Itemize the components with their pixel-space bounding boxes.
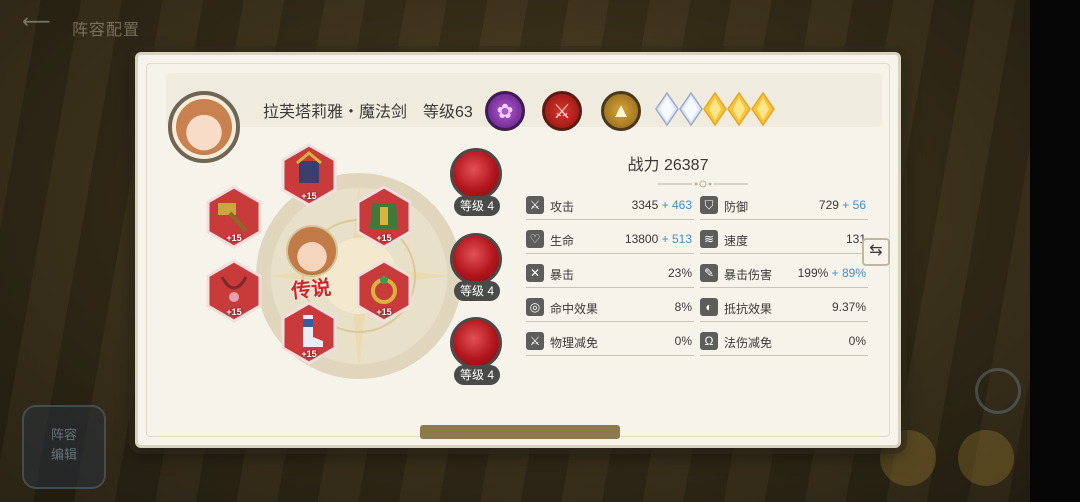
gold-star-icon [703,91,727,127]
skill-3-icon [450,317,502,369]
refresh-icon [975,368,1021,414]
hero-stars [654,91,775,131]
equip-slot-crown[interactable]: +15 [281,143,337,207]
stat-value: 3345 + 463 [631,198,692,212]
stat-label: 暴击伤害 [724,268,773,282]
heart-icon: ♡ [526,230,544,248]
faction-lotus-icon[interactable]: ✿ [485,91,525,131]
stat-attack: ⚔ 攻击 3345 + 463 [526,195,694,220]
equip-slot-ring[interactable]: +15 [356,259,412,323]
hero-info-panel: 拉芙塔莉雅・魔法剑 等级63 ✿ ⚔ ▲ 传说 +15 +15 +15 +15 [135,52,901,448]
combat-power: 战力 26387 [518,151,818,175]
skill-1-icon [450,148,502,200]
stat-resist-effect: ◐ 抵抗效果 9.37% [700,297,868,322]
equip-plus-label: +15 [301,349,317,359]
stat-hit-effect: ◎ 命中效果 8% [526,297,694,322]
stat-label: 抵抗效果 [724,302,773,316]
lineup-edit-button[interactable]: 阵容 编辑 [22,405,106,489]
stat-value: 0% [674,334,692,348]
skill-2-level: 等级 4 [454,281,500,301]
class-sword-icon[interactable]: ⚔ [542,91,582,131]
gold-star-icon [727,91,751,127]
power-label: 战力 [627,157,660,174]
bottom-icon [958,430,1014,486]
equip-slot-armor[interactable]: +15 [356,185,412,249]
screen-edge [1030,0,1080,502]
stat-defense: ⛉ 防御 729 + 56 [700,195,868,220]
skill-1-level: 等级 4 [454,196,500,216]
gold-star-icon [751,91,775,127]
diamond-star-icon [679,91,703,127]
panel-bottom-tab [420,425,620,439]
magic-reduce-icon: Ω [700,332,718,350]
stat-value: 9.37% [831,300,866,314]
stat-label: 防御 [724,200,749,214]
background-title: 阵容配置 [72,22,141,39]
stat-magic-reduce: Ω 法伤减免 0% [700,331,868,356]
skill-1[interactable]: 等级 4 [446,148,506,228]
equip-plus-label: +15 [301,191,317,201]
back-arrow-icon[interactable]: ⟵ [22,12,51,32]
background-bottom-icons [880,430,1030,490]
stat-label: 速度 [724,234,749,248]
wind-icon: ≋ [700,230,718,248]
equip-plus-label: +15 [376,233,392,243]
phys-reduce-icon: ⚔ [526,332,544,350]
hero-center-portrait [286,225,338,277]
equip-slot-hammer[interactable]: +15 [206,185,262,249]
lineup-edit-label: 阵容 编辑 [50,427,77,462]
equip-slot-necklace[interactable]: +15 [206,259,262,323]
stat-label: 命中效果 [550,302,599,316]
stat-label: 生命 [550,234,575,248]
skill-2[interactable]: 等级 4 [446,233,506,313]
swap-icon[interactable]: ⇆ [862,238,890,266]
hero-portrait [168,91,240,163]
skill-2-icon [450,233,502,285]
role-team-icon[interactable]: ▲ [601,91,641,131]
stat-label: 物理减免 [550,336,599,350]
equip-plus-label: +15 [226,307,242,317]
diamond-star-icon [655,91,679,127]
hero-face-icon [176,99,232,155]
crit-damage-icon: ✎ [700,264,718,282]
hero-level: 等级63 [423,104,473,121]
stat-value: 0% [848,334,866,348]
stat-hp: ♡ 生命 13800 + 513 [526,229,694,254]
stat-label: 法伤减免 [724,336,773,350]
stat-value: 199% + 89% [797,266,866,280]
equip-slot-boots[interactable]: +15 [281,301,337,365]
stat-value: 23% [667,266,692,280]
stat-value: 729 + 56 [818,198,866,212]
stat-label: 暴击 [550,268,575,282]
stat-speed: ≋ 速度 131 [700,229,868,254]
skill-3-level: 等级 4 [454,365,500,385]
hero-name: 拉芙塔莉雅・魔法剑 [263,104,408,121]
equip-plus-label: +15 [376,307,392,317]
crit-icon: ✕ [526,264,544,282]
stat-crit: ✕ 暴击 23% [526,263,694,288]
background-topbar: ⟵ 阵容配置 [0,0,1030,46]
equip-plus-label: +15 [226,233,242,243]
target-icon: ◎ [526,298,544,316]
legend-label: 传说 [290,274,333,304]
stat-value: 8% [674,300,692,314]
stat-value: 13800 + 513 [624,232,692,246]
resist-icon: ◐ [700,298,718,316]
shield-icon: ⛉ [700,196,718,214]
stat-phys-reduce: ⚔ 物理减免 0% [526,331,694,356]
skill-3[interactable]: 等级 4 [446,317,506,397]
ornament-divider-icon [658,180,748,188]
sword-icon: ⚔ [526,196,544,214]
stat-label: 攻击 [550,200,575,214]
power-value: 26387 [663,157,709,174]
stat-crit-damage: ✎ 暴击伤害 199% + 89% [700,263,868,288]
